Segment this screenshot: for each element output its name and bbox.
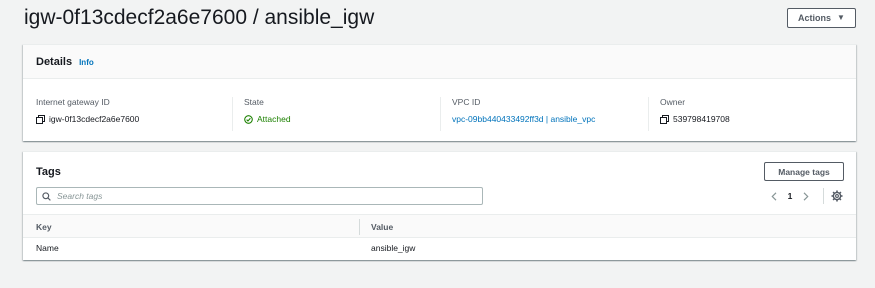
details-panel: Details Info Internet gateway ID igw-0f1… xyxy=(23,44,856,141)
pagination: 1 xyxy=(767,189,813,203)
column-divider xyxy=(648,97,649,131)
details-columns: Internet gateway ID igw-0f13cdecf2a6e760… xyxy=(23,97,856,131)
tags-panel: Tags Manage tags 1 Key xyxy=(23,151,856,260)
owner-value: 539798419708 xyxy=(673,114,730,124)
detail-owner: Owner 539798419708 xyxy=(660,97,730,131)
chevron-right-icon[interactable] xyxy=(799,189,813,203)
column-header-value[interactable]: Value xyxy=(371,215,393,239)
pager-divider xyxy=(823,188,824,204)
copy-icon[interactable] xyxy=(660,114,669,124)
tags-table: Key Value Name ansible_igw xyxy=(23,214,856,257)
row-key: Name xyxy=(36,242,59,253)
detail-label: VPC ID xyxy=(452,97,481,107)
detail-value: Attached xyxy=(244,114,291,124)
copy-icon[interactable] xyxy=(36,114,45,124)
details-title: Details xyxy=(36,55,73,68)
actions-label: Actions xyxy=(798,13,832,23)
chevron-left-icon[interactable] xyxy=(767,189,781,203)
detail-value: 539798419708 xyxy=(660,114,730,124)
caret-down-icon: ▼ xyxy=(837,13,845,22)
column-divider xyxy=(440,97,441,131)
details-header: Details Info xyxy=(23,45,856,79)
detail-value: igw-0f13cdecf2a6e7600 xyxy=(36,114,139,124)
info-link[interactable]: Info xyxy=(79,58,94,67)
tags-title: Tags xyxy=(36,166,61,178)
vpc-id-link[interactable]: vpc-09bb440433492ff3d | ansible_vpc xyxy=(452,114,595,124)
check-circle-icon xyxy=(244,114,253,124)
column-header-key[interactable]: Key xyxy=(36,215,52,239)
table-header: Key Value xyxy=(23,214,856,238)
detail-label: Owner xyxy=(660,97,686,107)
manage-tags-button[interactable]: Manage tags xyxy=(764,162,844,181)
table-row: Name ansible_igw xyxy=(23,238,856,257)
state-value: Attached xyxy=(257,114,291,124)
detail-label: Internet gateway ID xyxy=(36,97,110,107)
detail-label: State xyxy=(244,97,264,107)
column-divider xyxy=(232,97,233,131)
actions-button[interactable]: Actions ▼ xyxy=(787,8,856,28)
detail-state: State Attached xyxy=(244,97,291,131)
search-input[interactable] xyxy=(57,191,477,201)
detail-igw-id: Internet gateway ID igw-0f13cdecf2a6e760… xyxy=(36,97,139,131)
igw-id-value: igw-0f13cdecf2a6e7600 xyxy=(49,114,140,124)
search-icon xyxy=(42,191,51,201)
detail-vpc-id: VPC ID vpc-09bb440433492ff3d | ansible_v… xyxy=(452,97,595,131)
gear-icon[interactable] xyxy=(831,190,843,202)
page-number[interactable]: 1 xyxy=(781,191,799,201)
search-box xyxy=(36,187,483,205)
page-title: igw-0f13cdecf2a6e7600 / ansible_igw xyxy=(24,6,375,29)
row-value: ansible_igw xyxy=(371,242,416,253)
column-divider xyxy=(359,219,360,235)
